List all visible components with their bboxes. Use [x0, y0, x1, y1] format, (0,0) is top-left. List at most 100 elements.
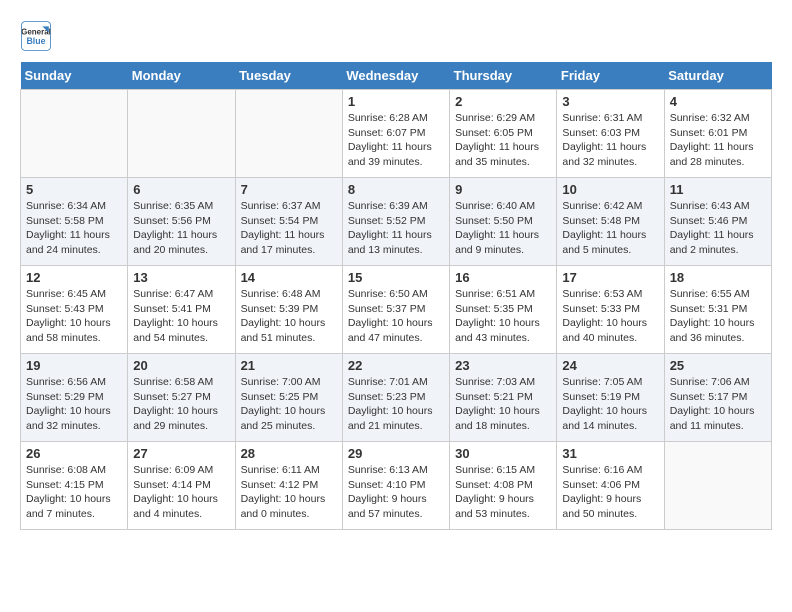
- day-number: 27: [133, 446, 229, 461]
- calendar-cell: 7 Sunrise: 6:37 AM Sunset: 5:54 PM Daylig…: [235, 178, 342, 266]
- calendar-week-row: 5 Sunrise: 6:34 AM Sunset: 5:58 PM Daylig…: [21, 178, 772, 266]
- day-number: 26: [26, 446, 122, 461]
- calendar-cell: 16 Sunrise: 6:51 AM Sunset: 5:35 PM Dayli…: [450, 266, 557, 354]
- day-info: Sunrise: 6:08 AM Sunset: 4:15 PM Dayligh…: [26, 463, 122, 522]
- day-info: Sunrise: 6:50 AM Sunset: 5:37 PM Dayligh…: [348, 287, 444, 346]
- day-number: 9: [455, 182, 551, 197]
- day-number: 6: [133, 182, 229, 197]
- calendar-cell: 3 Sunrise: 6:31 AM Sunset: 6:03 PM Daylig…: [557, 90, 664, 178]
- calendar-cell: 15 Sunrise: 6:50 AM Sunset: 5:37 PM Dayli…: [342, 266, 449, 354]
- calendar-cell: 21 Sunrise: 7:00 AM Sunset: 5:25 PM Dayli…: [235, 354, 342, 442]
- day-number: 29: [348, 446, 444, 461]
- day-number: 20: [133, 358, 229, 373]
- day-number: 31: [562, 446, 658, 461]
- day-number: 10: [562, 182, 658, 197]
- day-number: 13: [133, 270, 229, 285]
- logo: General Blue: [20, 20, 56, 52]
- day-info: Sunrise: 6:40 AM Sunset: 5:50 PM Dayligh…: [455, 199, 551, 258]
- calendar-header-row: SundayMondayTuesdayWednesdayThursdayFrid…: [21, 62, 772, 90]
- header-sunday: Sunday: [21, 62, 128, 90]
- calendar-cell: 28Sunrise: 6:11 AM Sunset: 4:12 PM Dayli…: [235, 442, 342, 530]
- calendar-cell: 9 Sunrise: 6:40 AM Sunset: 5:50 PM Daylig…: [450, 178, 557, 266]
- day-info: Sunrise: 7:00 AM Sunset: 5:25 PM Dayligh…: [241, 375, 337, 434]
- day-number: 16: [455, 270, 551, 285]
- day-number: 5: [26, 182, 122, 197]
- calendar-cell: 29 Sunrise: 6:13 AM Sunset: 4:10 PM Dayli…: [342, 442, 449, 530]
- day-number: 19: [26, 358, 122, 373]
- calendar-cell: 11 Sunrise: 6:43 AM Sunset: 5:46 PM Dayli…: [664, 178, 771, 266]
- header-wednesday: Wednesday: [342, 62, 449, 90]
- day-info: Sunrise: 6:35 AM Sunset: 5:56 PM Dayligh…: [133, 199, 229, 258]
- calendar-cell: 1Sunrise: 6:28 AM Sunset: 6:07 PM Daylig…: [342, 90, 449, 178]
- calendar-cell: [664, 442, 771, 530]
- calendar-week-row: 1Sunrise: 6:28 AM Sunset: 6:07 PM Daylig…: [21, 90, 772, 178]
- day-info: Sunrise: 6:43 AM Sunset: 5:46 PM Dayligh…: [670, 199, 766, 258]
- day-number: 25: [670, 358, 766, 373]
- logo-icon: General Blue: [20, 20, 52, 52]
- day-number: 15: [348, 270, 444, 285]
- day-number: 22: [348, 358, 444, 373]
- day-number: 7: [241, 182, 337, 197]
- day-info: Sunrise: 7:05 AM Sunset: 5:19 PM Dayligh…: [562, 375, 658, 434]
- day-info: Sunrise: 6:58 AM Sunset: 5:27 PM Dayligh…: [133, 375, 229, 434]
- day-number: 24: [562, 358, 658, 373]
- day-number: 2: [455, 94, 551, 109]
- day-info: Sunrise: 6:55 AM Sunset: 5:31 PM Dayligh…: [670, 287, 766, 346]
- day-number: 3: [562, 94, 658, 109]
- day-info: Sunrise: 6:31 AM Sunset: 6:03 PM Dayligh…: [562, 111, 658, 170]
- day-number: 14: [241, 270, 337, 285]
- calendar-cell: 13 Sunrise: 6:47 AM Sunset: 5:41 PM Dayli…: [128, 266, 235, 354]
- day-info: Sunrise: 6:53 AM Sunset: 5:33 PM Dayligh…: [562, 287, 658, 346]
- day-number: 18: [670, 270, 766, 285]
- calendar-cell: 27 Sunrise: 6:09 AM Sunset: 4:14 PM Dayli…: [128, 442, 235, 530]
- day-number: 4: [670, 94, 766, 109]
- calendar-cell: 23 Sunrise: 7:03 AM Sunset: 5:21 PM Dayli…: [450, 354, 557, 442]
- day-info: Sunrise: 7:01 AM Sunset: 5:23 PM Dayligh…: [348, 375, 444, 434]
- calendar-table: SundayMondayTuesdayWednesdayThursdayFrid…: [20, 62, 772, 530]
- calendar-cell: 12 Sunrise: 6:45 AM Sunset: 5:43 PM Dayli…: [21, 266, 128, 354]
- calendar-cell: [21, 90, 128, 178]
- calendar-cell: 2 Sunrise: 6:29 AM Sunset: 6:05 PM Daylig…: [450, 90, 557, 178]
- day-info: Sunrise: 6:13 AM Sunset: 4:10 PM Dayligh…: [348, 463, 444, 522]
- calendar-cell: 4Sunrise: 6:32 AM Sunset: 6:01 PM Daylig…: [664, 90, 771, 178]
- day-number: 23: [455, 358, 551, 373]
- day-info: Sunrise: 6:16 AM Sunset: 4:06 PM Dayligh…: [562, 463, 658, 522]
- header-saturday: Saturday: [664, 62, 771, 90]
- svg-text:Blue: Blue: [26, 36, 45, 46]
- calendar-cell: 31 Sunrise: 6:16 AM Sunset: 4:06 PM Dayli…: [557, 442, 664, 530]
- day-info: Sunrise: 6:47 AM Sunset: 5:41 PM Dayligh…: [133, 287, 229, 346]
- calendar-cell: [128, 90, 235, 178]
- day-info: Sunrise: 6:51 AM Sunset: 5:35 PM Dayligh…: [455, 287, 551, 346]
- calendar-cell: 19Sunrise: 6:56 AM Sunset: 5:29 PM Dayli…: [21, 354, 128, 442]
- calendar-cell: [235, 90, 342, 178]
- calendar-cell: 8Sunrise: 6:39 AM Sunset: 5:52 PM Daylig…: [342, 178, 449, 266]
- calendar-week-row: 19Sunrise: 6:56 AM Sunset: 5:29 PM Dayli…: [21, 354, 772, 442]
- day-info: Sunrise: 6:45 AM Sunset: 5:43 PM Dayligh…: [26, 287, 122, 346]
- day-number: 1: [348, 94, 444, 109]
- day-info: Sunrise: 6:34 AM Sunset: 5:58 PM Dayligh…: [26, 199, 122, 258]
- day-info: Sunrise: 6:29 AM Sunset: 6:05 PM Dayligh…: [455, 111, 551, 170]
- calendar-week-row: 12 Sunrise: 6:45 AM Sunset: 5:43 PM Dayli…: [21, 266, 772, 354]
- day-info: Sunrise: 7:03 AM Sunset: 5:21 PM Dayligh…: [455, 375, 551, 434]
- calendar-cell: 14Sunrise: 6:48 AM Sunset: 5:39 PM Dayli…: [235, 266, 342, 354]
- day-info: Sunrise: 6:37 AM Sunset: 5:54 PM Dayligh…: [241, 199, 337, 258]
- day-number: 11: [670, 182, 766, 197]
- day-info: Sunrise: 6:09 AM Sunset: 4:14 PM Dayligh…: [133, 463, 229, 522]
- day-info: Sunrise: 6:42 AM Sunset: 5:48 PM Dayligh…: [562, 199, 658, 258]
- calendar-cell: 25 Sunrise: 7:06 AM Sunset: 5:17 PM Dayli…: [664, 354, 771, 442]
- day-number: 12: [26, 270, 122, 285]
- calendar-cell: 20 Sunrise: 6:58 AM Sunset: 5:27 PM Dayli…: [128, 354, 235, 442]
- day-number: 17: [562, 270, 658, 285]
- calendar-cell: 10 Sunrise: 6:42 AM Sunset: 5:48 PM Dayli…: [557, 178, 664, 266]
- calendar-cell: 22 Sunrise: 7:01 AM Sunset: 5:23 PM Dayli…: [342, 354, 449, 442]
- day-number: 21: [241, 358, 337, 373]
- calendar-cell: 5 Sunrise: 6:34 AM Sunset: 5:58 PM Daylig…: [21, 178, 128, 266]
- day-info: Sunrise: 7:06 AM Sunset: 5:17 PM Dayligh…: [670, 375, 766, 434]
- day-info: Sunrise: 6:15 AM Sunset: 4:08 PM Dayligh…: [455, 463, 551, 522]
- day-info: Sunrise: 6:11 AM Sunset: 4:12 PM Dayligh…: [241, 463, 337, 522]
- header-thursday: Thursday: [450, 62, 557, 90]
- calendar-cell: 6 Sunrise: 6:35 AM Sunset: 5:56 PM Daylig…: [128, 178, 235, 266]
- calendar-cell: 18 Sunrise: 6:55 AM Sunset: 5:31 PM Dayli…: [664, 266, 771, 354]
- calendar-cell: 24 Sunrise: 7:05 AM Sunset: 5:19 PM Dayli…: [557, 354, 664, 442]
- day-info: Sunrise: 6:39 AM Sunset: 5:52 PM Dayligh…: [348, 199, 444, 258]
